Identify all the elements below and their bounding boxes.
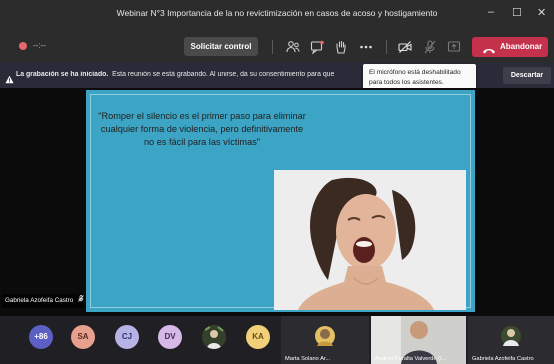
presenter-name: Gabriela Azofeifa Castro (5, 297, 74, 304)
banner-message: La grabación se ha iniciado. Esta reunió… (16, 71, 362, 78)
tooltip-line-1: El micrófono está deshabilitado (369, 69, 461, 76)
participant-strip: +86 SA CJ DV KA Marta Solano Ar... Andre… (0, 316, 554, 364)
participant-avatar[interactable]: DV (158, 325, 182, 349)
toolbar-divider (386, 40, 387, 54)
dismiss-button[interactable]: Descartar (503, 67, 551, 84)
overflow-participants-button[interactable]: +86 (29, 325, 53, 349)
meeting-toolbar: --:-- Solicitar control Abandonar (0, 30, 554, 63)
window-title: Webinar N°3 Importancia de la no revicti… (116, 8, 438, 18)
banner-text: Esta reunión se está grabando. Al unirse… (112, 71, 335, 78)
toolbar-divider (272, 40, 273, 54)
participant-video-tile[interactable]: Gabriela Azofeifa Castro (468, 316, 554, 364)
title-bar: Webinar N°3 Importancia de la no revicti… (0, 0, 554, 30)
participant-video-tile[interactable]: Marta Solano Ar... (281, 316, 369, 364)
presenter-name-label: Gabriela Azofeifa Castro (2, 294, 84, 308)
meeting-timer: --:-- (33, 41, 46, 50)
participant-avatar[interactable]: CJ (115, 325, 139, 349)
participant-photo-avatar[interactable] (202, 325, 226, 349)
request-control-button[interactable]: Solicitar control (184, 37, 258, 56)
banner-bold-text: La grabación se ha iniciado. (16, 71, 109, 78)
minimize-button[interactable]: – (488, 6, 494, 18)
participant-name: Gabriela Azofeifa Castro (472, 356, 534, 362)
leave-button-label: Abandonar (500, 42, 543, 51)
tooltip-line-2: para todos los asistentes. (369, 79, 444, 86)
leave-button[interactable]: Abandonar (472, 37, 548, 57)
teams-meeting-window: Webinar N°3 Importancia de la no revicti… (0, 0, 554, 364)
slide-quote: "Romper el silencio es el primer paso pa… (98, 111, 306, 147)
people-icon[interactable] (285, 39, 301, 55)
chat-icon[interactable] (309, 39, 325, 55)
screaming-woman-photo (274, 170, 466, 310)
shared-content-stage: "Romper el silencio es el primer paso pa… (0, 88, 554, 316)
presentation-slide: "Romper el silencio es el primer paso pa… (86, 90, 475, 312)
participant-avatar[interactable]: KA (246, 325, 270, 349)
participant-name: Andrea Peralta Valverde (I... (375, 356, 447, 362)
phone-hangup-icon (482, 43, 496, 63)
close-button[interactable]: ✕ (537, 6, 546, 19)
warning-icon (5, 71, 14, 89)
raise-hand-icon[interactable] (333, 39, 349, 55)
mic-muted-icon (78, 295, 84, 304)
microphone-disabled-icon[interactable] (422, 39, 438, 55)
recording-indicator-icon (19, 42, 27, 50)
maximize-button[interactable]: ☐ (512, 6, 522, 19)
participant-video-tile[interactable]: Andrea Peralta Valverde (I... (371, 316, 466, 364)
more-options-icon[interactable] (358, 39, 374, 55)
camera-off-icon[interactable] (397, 39, 413, 55)
participant-avatar[interactable]: SA (71, 325, 95, 349)
share-tray-icon[interactable] (446, 39, 462, 55)
participant-name: Marta Solano Ar... (285, 356, 331, 362)
